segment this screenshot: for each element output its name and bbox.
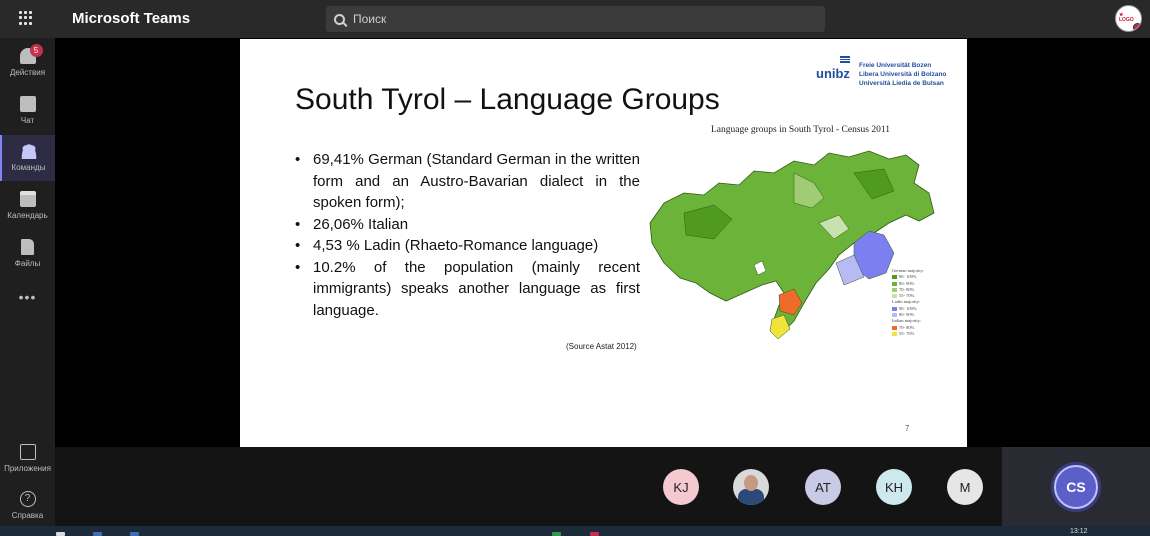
app-rail: 5 Действия Чат Команды Календарь Файлы •…	[0, 38, 55, 526]
taskbar-icon[interactable]	[590, 532, 599, 536]
rail-label-teams: Команды	[11, 163, 46, 172]
legend-label: 90- 100%	[899, 305, 917, 311]
presence-busy-icon	[1133, 23, 1141, 31]
bullet-item: 4,53 % Ladin (Rhaeto-Romance language)	[295, 235, 640, 257]
search-box[interactable]	[326, 6, 825, 32]
university-logo-bars	[840, 56, 850, 64]
rail-item-files[interactable]: Файлы	[0, 231, 55, 277]
taskbar-icon[interactable]	[56, 532, 65, 536]
shared-slide: unibz Freie Universität Bozen Libera Uni…	[240, 39, 967, 447]
participants-bar: KJ AT KH M CS	[55, 447, 1150, 526]
participant-avatar[interactable]: KJ	[663, 469, 699, 505]
avatar-logo: ★ LOGO	[1119, 12, 1134, 23]
taskbar-icon[interactable]	[93, 532, 102, 536]
university-names: Freie Universität Bozen Libera Universit…	[859, 61, 946, 88]
participant-initials: M	[959, 479, 971, 495]
rail-label-files: Файлы	[14, 259, 41, 268]
legend-label: 80- 90%	[899, 280, 915, 286]
page-number: 7	[905, 424, 910, 433]
files-icon	[21, 239, 34, 255]
apps-icon	[19, 444, 36, 460]
taskbar-icon[interactable]	[130, 532, 139, 536]
rail-label-calendar: Календарь	[7, 211, 48, 220]
map-caption: Language groups in South Tyrol - Census …	[711, 125, 891, 135]
university-name-lld: Università Liedia de Bulsan	[859, 80, 944, 87]
legend-label: 70- 80%	[899, 286, 915, 292]
participant-photo-body	[738, 489, 764, 505]
search-input[interactable]	[353, 12, 753, 26]
rail-item-help[interactable]: ? Справка	[0, 483, 55, 529]
app-launcher-icon[interactable]	[19, 11, 33, 25]
search-icon	[334, 13, 345, 25]
participant-initials: KH	[884, 479, 904, 495]
participant-initials: KJ	[673, 479, 689, 495]
slide-title: South Tyrol – Language Groups	[295, 83, 720, 116]
university-name-de: Freie Universität Bozen	[859, 62, 932, 69]
rail-label-activity: Действия	[9, 68, 46, 77]
participant-avatar[interactable]: KH	[876, 469, 912, 505]
legend-swatch	[892, 313, 897, 318]
university-name-it: Libera Università di Bolzano	[859, 71, 947, 78]
legend-swatch	[892, 306, 897, 311]
self-avatar: CS	[1054, 465, 1098, 509]
rail-item-apps[interactable]: Приложения	[0, 436, 55, 482]
legend-swatch	[892, 287, 897, 292]
taskbar-icon[interactable]	[552, 532, 561, 536]
participant-avatar[interactable]: AT	[805, 469, 841, 505]
user-avatar[interactable]: ★ LOGO	[1115, 5, 1142, 32]
legend-swatch	[892, 281, 897, 286]
rail-label-help: Справка	[11, 511, 44, 520]
rail-item-calendar[interactable]: Календарь	[0, 183, 55, 229]
bullet-item: 69,41% German (Standard German in the wr…	[295, 149, 640, 214]
participant-initials: AT	[815, 479, 831, 495]
os-taskbar: 13:12	[0, 526, 1150, 536]
calendar-icon	[19, 191, 36, 207]
legend-label: 55- 70%	[899, 330, 915, 336]
legend-label: 90- 100%	[899, 274, 917, 280]
participant-avatar-photo[interactable]	[733, 469, 769, 505]
legend-label: 70- 80%	[899, 324, 915, 330]
title-bar: Microsoft Teams ★LOGO	[0, 0, 1150, 38]
participant-avatar[interactable]: M	[947, 469, 983, 505]
rail-label-chat: Чат	[20, 116, 35, 125]
rail-item-activity[interactable]: 5 Действия	[0, 40, 55, 86]
taskbar-clock: 13:12	[1070, 528, 1088, 535]
legend-swatch	[892, 275, 897, 280]
rail-item-more[interactable]: •••	[0, 279, 55, 325]
participant-photo-head	[744, 475, 758, 491]
legend-label: 55- 70%	[899, 293, 915, 299]
rail-label-apps: Приложения	[4, 464, 51, 473]
self-video-tile[interactable]: CS	[1002, 447, 1150, 526]
legend-swatch	[892, 331, 897, 336]
app-title: Microsoft Teams	[72, 10, 191, 27]
help-icon: ?	[19, 491, 36, 507]
teams-icon	[20, 143, 37, 159]
rail-item-teams[interactable]: Команды	[0, 135, 55, 181]
legend-label: 80- 90%	[899, 312, 915, 318]
legend-swatch	[892, 294, 897, 299]
more-icon: •••	[18, 289, 37, 305]
source-note: (Source Astat 2012)	[566, 342, 637, 351]
bullet-item: 26,06% Italian	[295, 214, 640, 236]
legend-swatch	[892, 325, 897, 330]
bullet-item: 10.2% of the population (mainly recent i…	[295, 257, 640, 322]
university-logo: unibz	[816, 66, 850, 81]
bell-icon: 5	[19, 44, 43, 64]
legend-item: 55- 70%	[892, 331, 924, 337]
rail-item-chat[interactable]: Чат	[0, 88, 55, 134]
map-legend: German majority: 90- 100% 80- 90% 70- 80…	[892, 268, 924, 337]
bullet-list: 69,41% German (Standard German in the wr…	[295, 149, 640, 321]
chat-icon	[19, 96, 36, 112]
activity-badge: 5	[29, 44, 43, 57]
